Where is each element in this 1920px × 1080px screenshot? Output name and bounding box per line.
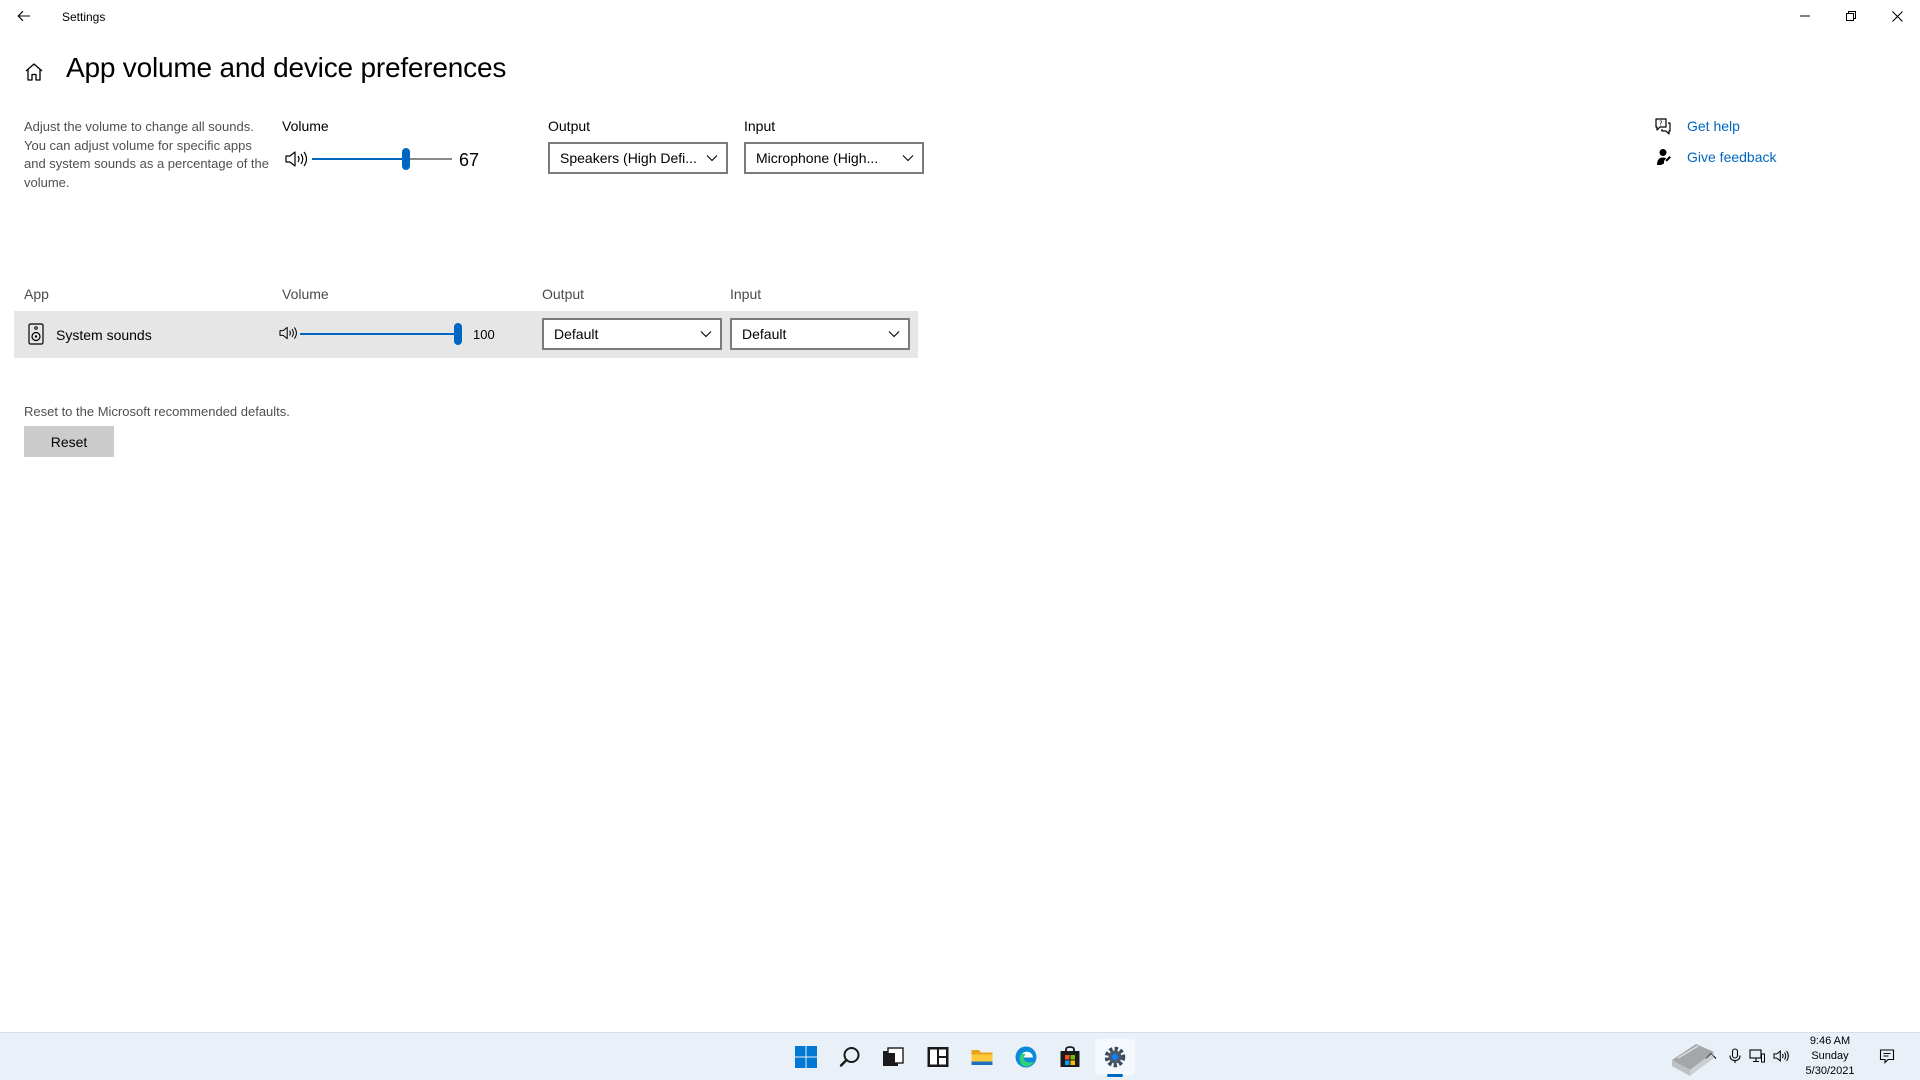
clock-time: 9:46 AM	[1809, 1035, 1851, 1047]
clock-day: Sunday	[1811, 1050, 1849, 1062]
restore-button[interactable]	[1828, 0, 1874, 32]
edge-icon	[1015, 1046, 1037, 1068]
reset-button[interactable]: Reset	[24, 426, 114, 457]
back-button[interactable]	[10, 4, 38, 28]
app-volume-icon[interactable]	[278, 325, 298, 341]
speaker-volume-icon[interactable]	[284, 149, 308, 169]
get-help-icon: ?	[1655, 118, 1671, 135]
reset-description: Reset to the Microsoft recommended defau…	[24, 404, 290, 419]
master-volume-track	[312, 148, 452, 170]
start-icon	[795, 1046, 817, 1068]
master-volume-description: Adjust the volume to change all sounds. …	[24, 119, 269, 190]
mic-tray-button[interactable]	[1726, 1047, 1744, 1065]
widgets-icon	[927, 1047, 949, 1067]
give-feedback-link[interactable]: Give feedback	[1687, 149, 1777, 165]
taskbar	[0, 1032, 1920, 1080]
volume-icon	[1773, 1050, 1789, 1062]
master-output-value: Speakers (High Defi...	[560, 150, 697, 166]
app-title: Settings	[62, 10, 106, 24]
chevron-down-icon	[894, 144, 922, 172]
chevron-down-icon	[880, 320, 908, 348]
app-input-dropdown[interactable]: Default	[730, 318, 910, 350]
volume-tray-button[interactable]	[1772, 1047, 1790, 1065]
close-button[interactable]	[1874, 0, 1920, 32]
table-header-volume: Volume	[282, 286, 329, 302]
app-output-dropdown[interactable]: Default	[542, 318, 722, 350]
file-explorer-icon	[971, 1050, 993, 1065]
back-arrow-icon	[17, 10, 30, 22]
master-volume-label: Volume	[282, 118, 329, 134]
chevron-up-icon	[1705, 1052, 1717, 1059]
clock-date: 5/30/2021	[1805, 1065, 1855, 1077]
table-header-app: App	[24, 286, 49, 302]
master-volume-slider[interactable]	[312, 147, 452, 171]
chevron-down-icon	[698, 144, 726, 172]
get-help-link[interactable]: Get help	[1687, 118, 1740, 134]
network-tray-button[interactable]	[1748, 1047, 1766, 1065]
system-sounds-speaker-icon	[28, 323, 44, 345]
master-volume-fill	[312, 158, 406, 160]
master-volume-thumb[interactable]	[402, 148, 410, 170]
notifications-button[interactable]	[1878, 1047, 1896, 1065]
master-volume-value: 67	[459, 150, 480, 170]
microphone-icon	[1729, 1048, 1741, 1063]
minimize-button[interactable]	[1782, 0, 1828, 32]
minimize-icon	[1800, 15, 1810, 17]
search-icon	[839, 1047, 860, 1067]
close-icon	[1891, 10, 1903, 22]
home-icon[interactable]	[22, 60, 46, 84]
store-button[interactable]	[1050, 1039, 1090, 1075]
app-volume-thumb[interactable]	[454, 323, 462, 345]
widgets-button[interactable]	[918, 1039, 958, 1075]
app-volume-fill	[300, 333, 462, 335]
app-volume-slider[interactable]	[300, 322, 462, 346]
restore-icon	[1846, 11, 1856, 21]
network-icon	[1749, 1049, 1765, 1063]
taskbar-clock[interactable]: 9:46 AM Sunday 5/30/2021	[1790, 1034, 1870, 1079]
app-input-value: Default	[742, 326, 787, 342]
settings-icon	[1104, 1046, 1126, 1068]
app-volume-value: 100	[473, 327, 495, 342]
task-view-button[interactable]	[873, 1039, 913, 1075]
show-hidden-icons-button[interactable]	[1702, 1047, 1720, 1065]
start-button[interactable]	[786, 1039, 826, 1075]
file-explorer-button[interactable]	[962, 1039, 1002, 1075]
notification-icon	[1879, 1049, 1895, 1064]
title-bar: Settings	[0, 0, 1920, 32]
table-header-output: Output	[542, 286, 585, 302]
active-app-indicator	[1107, 1074, 1123, 1077]
svg-text:?: ?	[1659, 120, 1663, 128]
edge-button[interactable]	[1006, 1039, 1046, 1075]
store-icon	[1060, 1046, 1080, 1067]
master-output-label: Output	[548, 118, 591, 134]
settings-window: Settings App volume and device preferenc…	[0, 0, 1920, 1032]
page-title: App volume and device preferences	[66, 52, 507, 83]
master-output-dropdown[interactable]: Speakers (High Defi...	[548, 142, 728, 174]
settings-taskbar-button[interactable]	[1095, 1039, 1135, 1075]
table-header-input: Input	[730, 286, 762, 302]
search-button[interactable]	[830, 1039, 870, 1075]
app-volume-track	[300, 323, 462, 345]
app-name: System sounds	[56, 327, 152, 343]
chevron-down-icon	[692, 320, 720, 348]
task-view-icon	[883, 1047, 904, 1066]
master-input-dropdown[interactable]: Microphone (High...	[744, 142, 924, 174]
master-input-value: Microphone (High...	[756, 150, 879, 166]
master-input-label: Input	[744, 118, 776, 134]
app-output-value: Default	[554, 326, 599, 342]
give-feedback-icon	[1657, 149, 1671, 165]
